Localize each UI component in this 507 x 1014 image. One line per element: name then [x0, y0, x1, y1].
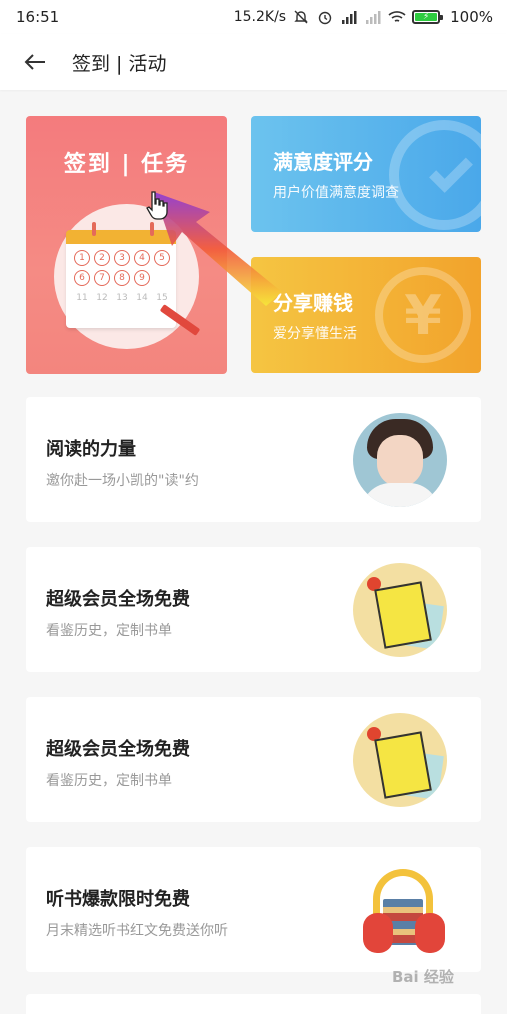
book-thumbnail	[353, 563, 447, 657]
list-card-partial[interactable]	[26, 994, 481, 1014]
status-icons: 15.2K/s ⚡ 100%	[234, 8, 493, 26]
back-button[interactable]	[20, 47, 50, 77]
rating-card-title: 满意度评分	[273, 150, 373, 174]
calendar-ring	[150, 222, 154, 236]
list-card-title: 超级会员全场免费	[46, 589, 190, 610]
hand-cursor-icon	[146, 191, 168, 220]
rating-card-subtitle: 用户价值满意度调查	[273, 185, 399, 201]
headphone-books-thumbnail	[353, 863, 447, 957]
page-title: 签到 | 活动	[72, 52, 167, 75]
battery-level: 100%	[450, 8, 493, 26]
calendar-day: 3	[114, 250, 130, 266]
signin-card-title: 签到 | 任务	[63, 152, 190, 177]
wifi-icon	[388, 8, 406, 26]
list-card-subtitle: 月末精选听书红文免费送你听	[46, 923, 228, 939]
share-card-title: 分享赚钱	[273, 291, 353, 315]
list-card-title: 阅读的力量	[46, 439, 136, 460]
yen-icon: ¥	[375, 267, 471, 363]
calendar-day: 8	[114, 270, 130, 286]
calendar-day: 11	[76, 293, 88, 303]
list-card-super-member-2[interactable]: 超级会员全场免费 看鉴历史，定制书单	[26, 697, 481, 822]
mute-icon	[292, 8, 310, 26]
portrait-thumbnail	[353, 413, 447, 507]
calendar-day: 1	[74, 250, 90, 266]
status-bar: 16:51 15.2K/s ⚡ 100%	[0, 0, 507, 34]
status-time: 16:51	[16, 8, 60, 26]
list-card-subtitle: 看鉴历史，定制书单	[46, 773, 172, 789]
list-card-title: 超级会员全场免费	[46, 739, 190, 760]
arrow-left-icon	[24, 54, 45, 70]
calendar-day: 4	[134, 250, 150, 266]
list-card-super-member-1[interactable]: 超级会员全场免费 看鉴历史，定制书单	[26, 547, 481, 672]
list-card-audiobook[interactable]: 听书爆款限时免费 月末精选听书红文免费送你听	[26, 847, 481, 972]
calendar-grid: 1 2 3 4 5 6 7 8 9 11 12 13 14 15	[74, 250, 174, 306]
satisfaction-rating-card[interactable]: 满意度评分 用户价值满意度调查	[251, 116, 481, 232]
calendar-day: 14	[136, 293, 148, 303]
battery-icon: ⚡	[412, 10, 444, 24]
watermark: Bai 经验	[392, 968, 454, 986]
signal-weak-icon	[364, 8, 382, 26]
calendar-day: 2	[94, 250, 110, 266]
calendar-ring	[92, 222, 96, 236]
calendar-day: 9	[134, 270, 150, 286]
calendar-day: 12	[96, 293, 108, 303]
list-card-reading-power[interactable]: 阅读的力量 邀你赴一场小凯的"读"约	[26, 397, 481, 522]
calendar-day	[154, 270, 170, 286]
list-card-subtitle: 邀你赴一场小凯的"读"约	[46, 473, 199, 489]
calendar-day: 6	[74, 270, 90, 286]
share-card-subtitle: 爱分享懂生活	[273, 326, 357, 342]
signin-task-card[interactable]: 签到 | 任务 1 2 3 4 5 6 7 8 9 11 12 13 14 15	[26, 116, 227, 374]
signal-icon	[340, 8, 358, 26]
share-earn-card[interactable]: ¥ 分享赚钱 爱分享懂生活	[251, 257, 481, 373]
calendar-day: 15	[156, 293, 168, 303]
calendar-day: 7	[94, 270, 110, 286]
book-thumbnail	[353, 713, 447, 807]
calendar-day: 5	[154, 250, 170, 266]
calendar-day: 13	[116, 293, 128, 303]
alarm-icon	[316, 8, 334, 26]
app-header: 签到 | 活动	[0, 34, 507, 90]
list-card-subtitle: 看鉴历史，定制书单	[46, 623, 172, 639]
network-speed: 15.2K/s	[233, 9, 287, 25]
list-card-title: 听书爆款限时免费	[46, 889, 190, 910]
